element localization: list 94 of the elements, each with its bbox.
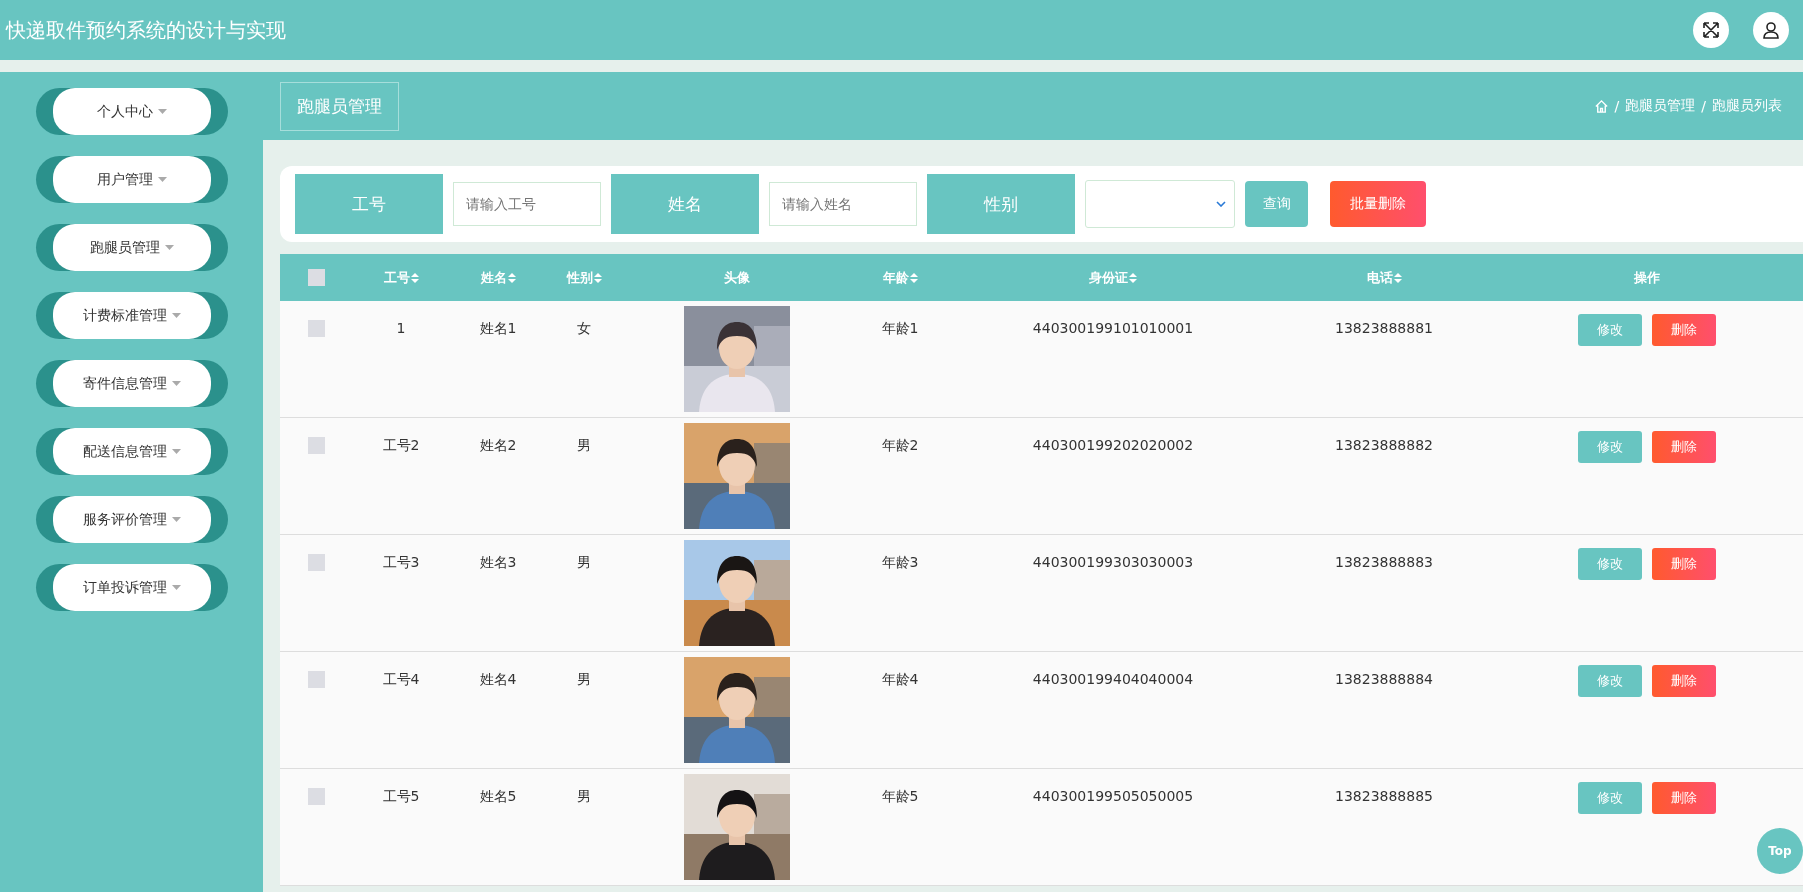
page-title: 跑腿员管理 — [280, 81, 399, 131]
user-icon[interactable] — [1753, 12, 1789, 48]
table-cell: 男 — [577, 554, 591, 572]
table-cell: 年龄1 — [881, 320, 919, 338]
sort-icon[interactable] — [410, 272, 419, 283]
caret-icon — [164, 245, 174, 250]
batch-delete-button[interactable]: 批量删除 — [1330, 181, 1426, 227]
table-cell: 年龄5 — [881, 788, 919, 806]
sort-icon[interactable] — [1129, 272, 1137, 283]
column-header[interactable]: 年龄 — [882, 268, 918, 287]
column-header[interactable]: 姓名 — [480, 268, 516, 287]
select-field[interactable] — [1085, 180, 1235, 228]
caret-icon — [171, 449, 181, 454]
table-cell: 姓名4 — [479, 671, 517, 689]
table-cell: 13823888882 — [1335, 437, 1433, 453]
sort-icon[interactable] — [1393, 272, 1402, 283]
delete-button[interactable]: 删除 — [1652, 665, 1716, 697]
sidebar-item[interactable]: 寄件信息管理 — [52, 360, 211, 407]
table-cell: 440300199404040004 — [1032, 671, 1194, 687]
breadcrumb-link[interactable]: 跑腿员列表 — [1712, 97, 1782, 115]
table-cell: 工号3 — [382, 554, 420, 572]
sidebar-item[interactable]: 用户管理 — [52, 156, 211, 203]
table-cell: 440300199101010001 — [1032, 320, 1194, 336]
checkbox[interactable] — [308, 320, 325, 337]
search-field[interactable]: 请输入姓名 — [769, 182, 917, 226]
sidebar-item[interactable]: 配送信息管理 — [52, 428, 211, 475]
sort-icon[interactable] — [593, 272, 602, 283]
table-cell: 姓名2 — [479, 437, 517, 455]
breadcrumb-separator: / — [1614, 98, 1620, 114]
table-cell: 姓名5 — [479, 788, 517, 806]
column-header[interactable]: 电话 — [1366, 268, 1402, 287]
edit-button[interactable]: 修改 — [1578, 431, 1642, 463]
caret-icon — [171, 517, 181, 522]
sidebar-item[interactable]: 服务评价管理 — [52, 496, 211, 543]
table-cell: 男 — [577, 788, 591, 806]
table-cell: 13823888883 — [1335, 554, 1433, 570]
field-label: 性别 — [927, 174, 1075, 234]
table-cell: 440300199505050005 — [1032, 788, 1194, 804]
checkbox[interactable] — [308, 788, 325, 805]
table-cell: 工号4 — [382, 671, 420, 689]
table-cell: 男 — [577, 437, 591, 455]
field-label: 工号 — [295, 174, 443, 234]
delete-button[interactable]: 删除 — [1652, 314, 1716, 346]
caret-icon — [171, 313, 181, 318]
chevron-down-icon — [1216, 201, 1226, 207]
checkbox[interactable] — [308, 437, 325, 454]
table-cell: 年龄3 — [881, 554, 919, 572]
column-header[interactable]: 性别 — [566, 268, 602, 287]
column-header: 头像 — [724, 268, 750, 287]
table-cell: 男 — [577, 671, 591, 689]
column-header[interactable]: 工号 — [383, 268, 419, 287]
table-cell: 工号2 — [382, 437, 420, 455]
edit-button[interactable]: 修改 — [1578, 314, 1642, 346]
sidebar-item[interactable]: 跑腿员管理 — [52, 224, 211, 271]
app-title: 快递取件预约系统的设计与实现 — [6, 16, 286, 44]
delete-button[interactable]: 删除 — [1652, 548, 1716, 580]
home-icon[interactable] — [1593, 98, 1609, 114]
checkbox[interactable] — [308, 671, 325, 688]
breadcrumb-separator: / — [1701, 98, 1706, 114]
caret-icon — [157, 109, 167, 114]
fullscreen-icon[interactable] — [1693, 12, 1729, 48]
delete-button[interactable]: 删除 — [1652, 782, 1716, 814]
sidebar-item[interactable]: 订单投诉管理 — [52, 564, 211, 611]
edit-button[interactable]: 修改 — [1578, 665, 1642, 697]
table-cell: 年龄2 — [881, 437, 919, 455]
edit-button[interactable]: 修改 — [1578, 782, 1642, 814]
edit-button[interactable]: 修改 — [1578, 548, 1642, 580]
sidebar-item[interactable]: 计费标准管理 — [52, 292, 211, 339]
table-cell: 姓名3 — [479, 554, 517, 572]
sort-icon[interactable] — [909, 272, 918, 283]
search-field[interactable]: 请输入工号 — [453, 182, 601, 226]
checkbox[interactable] — [308, 554, 325, 571]
delete-button[interactable]: 删除 — [1652, 431, 1716, 463]
checkbox[interactable] — [308, 269, 325, 286]
field-label: 姓名 — [611, 174, 759, 234]
table-cell: 13823888885 — [1335, 788, 1433, 804]
table-cell: 13823888881 — [1335, 320, 1433, 336]
caret-icon — [171, 381, 181, 386]
caret-icon — [157, 177, 167, 182]
table-cell: 女 — [577, 320, 591, 338]
table-cell: 440300199202020002 — [1032, 437, 1194, 453]
table-cell: 工号5 — [382, 788, 420, 806]
sidebar-item[interactable]: 个人中心 — [52, 88, 211, 135]
column-header: 操作 — [1634, 268, 1660, 287]
column-header[interactable]: 身份证 — [1089, 268, 1137, 287]
caret-icon — [171, 585, 181, 590]
table-cell: 13823888884 — [1335, 671, 1433, 687]
table-cell: 1 — [396, 320, 406, 336]
breadcrumb-link[interactable]: 跑腿员管理 — [1625, 97, 1696, 115]
query-button[interactable]: 查询 — [1245, 181, 1308, 227]
table-cell: 姓名1 — [479, 320, 517, 338]
sort-icon[interactable] — [507, 272, 516, 283]
table-cell: 年龄4 — [881, 671, 919, 689]
table-cell: 440300199303030003 — [1032, 554, 1194, 570]
